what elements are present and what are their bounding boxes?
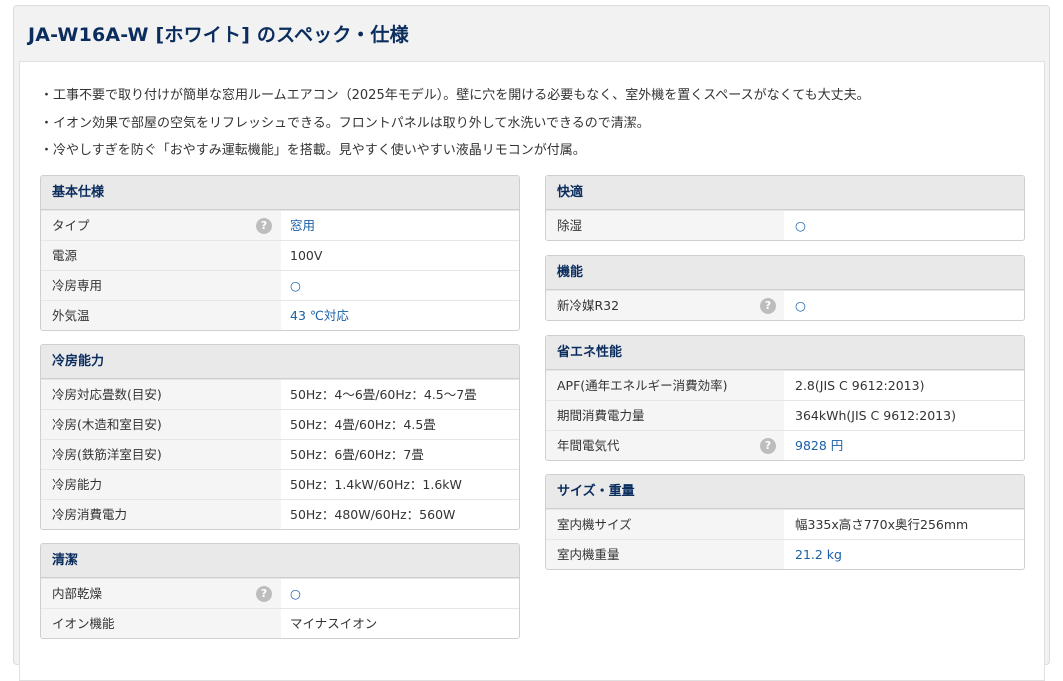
section-clean: 清潔 内部乾燥 ? ○ イオン機能 マイナスイオン (40, 543, 520, 639)
spec-value: 2.8(JIS C 9612:2013) (795, 378, 925, 393)
spec-label: 冷房(木造和室目安) (41, 410, 281, 439)
section-energy: 省エネ性能 APF(通年エネルギー消費効率) 2.8(JIS C 9612:20… (545, 335, 1025, 461)
spec-value: マイナスイオン (290, 616, 378, 631)
spec-value-link[interactable]: ○ (795, 291, 806, 320)
spec-label: 冷房能力 (41, 470, 281, 499)
feature-item: 工事不要で取り付けが簡単な窓用ルームエアコン（2025年モデル）。壁に穴を開ける… (40, 86, 870, 114)
spec-row-type: タイプ ? 窓用 (41, 210, 519, 240)
spec-value-link[interactable]: ○ (795, 211, 806, 240)
spec-value-link[interactable]: 9828 円 (795, 431, 843, 460)
spec-value-link[interactable]: ○ (290, 271, 301, 300)
section-title: サイズ・重量 (546, 475, 1024, 509)
spec-label: APF(通年エネルギー消費効率) (546, 371, 784, 400)
spec-label: 年間電気代 (546, 431, 784, 460)
section-comfort: 快適 除湿 ○ (545, 175, 1025, 241)
section-title: 清潔 (41, 544, 519, 578)
spec-row: 冷房(木造和室目安) 50Hz：4畳/60Hz：4.5畳 (41, 409, 519, 439)
spec-row: 年間電気代 ? 9828 円 (546, 430, 1024, 460)
spec-row-outdoor-temp: 外気温 43 ℃対応 (41, 300, 519, 330)
spec-value: 50Hz：4畳/60Hz：4.5畳 (290, 417, 436, 432)
section-title: 基本仕様 (41, 176, 519, 210)
spec-content: 工事不要で取り付けが簡単な窓用ルームエアコン（2025年モデル）。壁に穴を開ける… (19, 61, 1045, 681)
section-title: 省エネ性能 (546, 336, 1024, 370)
spec-label: 電源 (41, 241, 281, 270)
section-title: 機能 (546, 256, 1024, 290)
section-function: 機能 新冷媒R32 ? ○ (545, 255, 1025, 321)
spec-value-link[interactable]: 43 ℃対応 (290, 301, 349, 330)
spec-row: 冷房消費電力 50Hz：480W/60Hz：560W (41, 499, 519, 529)
spec-value-link[interactable]: 21.2 kg (795, 540, 842, 569)
section-basic: 基本仕様 タイプ ? 窓用 電源 100V 冷房専用 ○ 外気温 43 ℃対応 (40, 175, 520, 331)
spec-label: 室内機重量 (546, 540, 784, 569)
spec-row: イオン機能 マイナスイオン (41, 608, 519, 638)
spec-row-power: 電源 100V (41, 240, 519, 270)
spec-row: APF(通年エネルギー消費効率) 2.8(JIS C 9612:2013) (546, 370, 1024, 400)
section-title: 冷房能力 (41, 345, 519, 379)
spec-label: 冷房対応畳数(目安) (41, 380, 281, 409)
feature-item: 冷やしすぎを防ぐ「おやすみ運転機能」を搭載。見やすく使いやすい液晶リモコンが付属… (40, 141, 870, 169)
help-icon[interactable]: ? (760, 438, 776, 454)
section-cooling: 冷房能力 冷房対応畳数(目安) 50Hz：4～6畳/60Hz：4.5～7畳 冷房… (40, 344, 520, 530)
spec-label: 冷房(鉄筋洋室目安) (41, 440, 281, 469)
section-title: 快適 (546, 176, 1024, 210)
help-icon[interactable]: ? (760, 298, 776, 314)
spec-value: 50Hz：4～6畳/60Hz：4.5～7畳 (290, 387, 477, 402)
spec-label: 期間消費電力量 (546, 401, 784, 430)
spec-label: イオン機能 (41, 609, 281, 638)
help-icon[interactable]: ? (256, 586, 272, 602)
spec-row: 室内機サイズ 幅335x高さ770x奥行256mm (546, 509, 1024, 539)
spec-label: 除湿 (546, 211, 784, 240)
spec-row-cooling-only: 冷房専用 ○ (41, 270, 519, 300)
spec-value: 幅335x高さ770x奥行256mm (795, 517, 969, 532)
spec-label: 冷房専用 (41, 271, 281, 300)
spec-row: 新冷媒R32 ? ○ (546, 290, 1024, 320)
spec-row: 期間消費電力量 364kWh(JIS C 9612:2013) (546, 400, 1024, 430)
page-title: JA-W16A-W [ホワイト] のスペック・仕様 (28, 24, 409, 46)
spec-row: 除湿 ○ (546, 210, 1024, 240)
spec-value-link[interactable]: ○ (290, 579, 301, 608)
spec-label: 内部乾燥 (41, 579, 281, 608)
spec-value: 364kWh(JIS C 9612:2013) (795, 408, 956, 423)
spec-label: 外気温 (41, 301, 281, 330)
help-icon[interactable]: ? (256, 218, 272, 234)
spec-row: 冷房対応畳数(目安) 50Hz：4～6畳/60Hz：4.5～7畳 (41, 379, 519, 409)
spec-row: 冷房能力 50Hz：1.4kW/60Hz：1.6kW (41, 469, 519, 499)
spec-row: 内部乾燥 ? ○ (41, 578, 519, 608)
spec-row: 冷房(鉄筋洋室目安) 50Hz：6畳/60Hz：7畳 (41, 439, 519, 469)
spec-label: タイプ (41, 211, 281, 240)
spec-value: 100V (290, 248, 323, 263)
spec-value: 50Hz：480W/60Hz：560W (290, 507, 456, 522)
spec-value: 50Hz：1.4kW/60Hz：1.6kW (290, 477, 462, 492)
spec-label: 新冷媒R32 (546, 291, 784, 320)
spec-value-link[interactable]: 窓用 (290, 211, 315, 240)
feature-list: 工事不要で取り付けが簡単な窓用ルームエアコン（2025年モデル）。壁に穴を開ける… (40, 86, 870, 169)
feature-item: イオン効果で部屋の空気をリフレッシュできる。フロントパネルは取り外して水洗いでき… (40, 114, 870, 142)
section-size: サイズ・重量 室内機サイズ 幅335x高さ770x奥行256mm 室内機重量 2… (545, 474, 1025, 570)
spec-label: 室内機サイズ (546, 510, 784, 539)
spec-row: 室内機重量 21.2 kg (546, 539, 1024, 569)
spec-label: 冷房消費電力 (41, 500, 281, 529)
spec-panel: JA-W16A-W [ホワイト] のスペック・仕様 工事不要で取り付けが簡単な窓… (13, 5, 1050, 681)
spec-value: 50Hz：6畳/60Hz：7畳 (290, 447, 424, 462)
